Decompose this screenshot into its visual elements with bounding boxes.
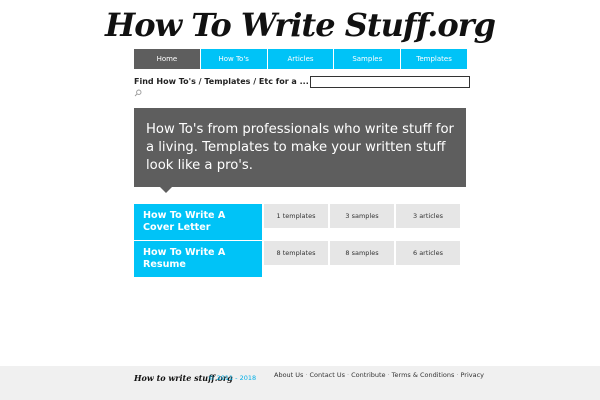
nav-item-samples[interactable]: Samples xyxy=(334,49,402,69)
footer-separator: · xyxy=(456,371,459,379)
samples-count[interactable]: 8 samples xyxy=(330,241,394,265)
footer-link-terms[interactable]: Terms & Conditions xyxy=(392,371,455,379)
footer-links: About Us · Contact Us · Contribute · Ter… xyxy=(274,371,484,379)
topic-row: How To Write A Cover Letter 1 templates … xyxy=(134,204,462,240)
hero-pointer-arrow xyxy=(160,187,172,193)
search-input[interactable] xyxy=(310,76,470,88)
articles-count[interactable]: 3 articles xyxy=(396,204,460,228)
footer-copyright: © 2011 - 2018 xyxy=(208,374,257,382)
footer-link-contact-us[interactable]: Contact Us xyxy=(310,371,346,379)
search-label: Find How To's / Templates / Etc for a ..… xyxy=(134,77,309,86)
footer-separator: · xyxy=(387,371,390,379)
main-nav: Home How To's Articles Samples Templates xyxy=(134,49,467,69)
footer-separator: · xyxy=(347,371,350,379)
search-icon[interactable] xyxy=(134,89,142,97)
templates-count[interactable]: 8 templates xyxy=(264,241,328,265)
topic-title-cover-letter[interactable]: How To Write A Cover Letter xyxy=(134,204,262,240)
footer-link-about-us[interactable]: About Us xyxy=(274,371,303,379)
nav-item-how-tos[interactable]: How To's xyxy=(200,49,268,69)
nav-item-home[interactable]: Home xyxy=(134,49,201,69)
templates-count[interactable]: 1 templates xyxy=(264,204,328,228)
hero-banner: How To's from professionals who write st… xyxy=(134,108,466,187)
topic-title-resume[interactable]: How To Write A Resume xyxy=(134,241,262,277)
footer-link-contribute[interactable]: Contribute xyxy=(351,371,385,379)
footer-separator: · xyxy=(305,371,308,379)
footer: How to write stuff.org © 2011 - 2018 Abo… xyxy=(0,366,600,400)
nav-item-templates[interactable]: Templates xyxy=(401,49,467,69)
nav-item-articles[interactable]: Articles xyxy=(267,49,335,69)
samples-count[interactable]: 3 samples xyxy=(330,204,394,228)
page: How To Write Stuff.org Home How To's Art… xyxy=(0,0,600,400)
topic-row: How To Write A Resume 8 templates 8 samp… xyxy=(134,241,462,277)
footer-link-privacy[interactable]: Privacy xyxy=(460,371,484,379)
site-logo[interactable]: How To Write Stuff.org xyxy=(0,6,600,44)
articles-count[interactable]: 6 articles xyxy=(396,241,460,265)
